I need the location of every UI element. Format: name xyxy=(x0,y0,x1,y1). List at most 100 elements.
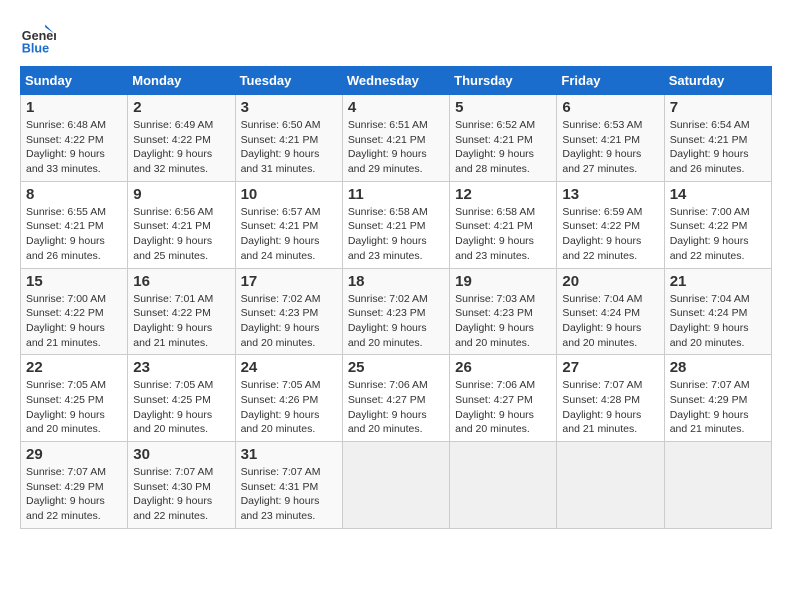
day-number: 1 xyxy=(26,99,122,116)
calendar-cell xyxy=(557,442,664,529)
day-info: Sunrise: 7:02 AMSunset: 4:23 PMDaylight:… xyxy=(241,292,337,351)
calendar-cell: 12 Sunrise: 6:58 AMSunset: 4:21 PMDayligh… xyxy=(450,181,557,268)
day-number: 5 xyxy=(455,99,551,116)
calendar-cell: 30 Sunrise: 7:07 AMSunset: 4:30 PMDayligh… xyxy=(128,442,235,529)
day-info: Sunrise: 7:06 AMSunset: 4:27 PMDaylight:… xyxy=(348,378,444,437)
calendar-cell: 29Sunrise: 7:07 AMSunset: 4:29 PMDayligh… xyxy=(21,442,128,529)
day-info: Sunrise: 7:06 AMSunset: 4:27 PMDaylight:… xyxy=(455,378,551,437)
calendar-cell: 26 Sunrise: 7:06 AMSunset: 4:27 PMDayligh… xyxy=(450,355,557,442)
calendar-cell: 20Sunrise: 7:04 AMSunset: 4:24 PMDayligh… xyxy=(557,268,664,355)
day-number: 6 xyxy=(562,99,658,116)
page-header: General Blue xyxy=(20,20,772,56)
day-info: Sunrise: 7:07 AMSunset: 4:28 PMDaylight:… xyxy=(562,378,658,437)
day-number: 4 xyxy=(348,99,444,116)
calendar-week-4: 22 Sunrise: 7:05 AMSunset: 4:25 PMDayligh… xyxy=(21,355,772,442)
calendar-week-2: 8 Sunrise: 6:55 AMSunset: 4:21 PMDaylight… xyxy=(21,181,772,268)
day-info: Sunrise: 7:07 AMSunset: 4:29 PMDaylight:… xyxy=(26,465,122,524)
day-number: 21 xyxy=(670,273,766,290)
calendar-cell: 28 Sunrise: 7:07 AMSunset: 4:29 PMDayligh… xyxy=(664,355,771,442)
weekday-header-wednesday: Wednesday xyxy=(342,67,449,95)
calendar-cell xyxy=(450,442,557,529)
calendar-cell: 17 Sunrise: 7:02 AMSunset: 4:23 PMDayligh… xyxy=(235,268,342,355)
day-info: Sunrise: 7:03 AMSunset: 4:23 PMDaylight:… xyxy=(455,292,551,351)
calendar-cell: 18 Sunrise: 7:02 AMSunset: 4:23 PMDayligh… xyxy=(342,268,449,355)
calendar-cell: 24 Sunrise: 7:05 AMSunset: 4:26 PMDayligh… xyxy=(235,355,342,442)
logo: General Blue xyxy=(20,20,60,56)
day-number: 27 xyxy=(562,359,658,376)
calendar-week-3: 15Sunrise: 7:00 AMSunset: 4:22 PMDayligh… xyxy=(21,268,772,355)
calendar-body: 1 Sunrise: 6:48 AMSunset: 4:22 PMDaylight… xyxy=(21,95,772,529)
calendar-cell xyxy=(664,442,771,529)
day-info: Sunrise: 7:07 AMSunset: 4:29 PMDaylight:… xyxy=(670,378,766,437)
day-info: Sunrise: 7:02 AMSunset: 4:23 PMDaylight:… xyxy=(348,292,444,351)
calendar-cell: 5 Sunrise: 6:52 AMSunset: 4:21 PMDaylight… xyxy=(450,95,557,182)
calendar-cell: 16 Sunrise: 7:01 AMSunset: 4:22 PMDayligh… xyxy=(128,268,235,355)
calendar-table: SundayMondayTuesdayWednesdayThursdayFrid… xyxy=(20,66,772,529)
day-info: Sunrise: 7:05 AMSunset: 4:25 PMDaylight:… xyxy=(26,378,122,437)
calendar-cell: 15Sunrise: 7:00 AMSunset: 4:22 PMDayligh… xyxy=(21,268,128,355)
day-info: Sunrise: 6:56 AMSunset: 4:21 PMDaylight:… xyxy=(133,205,229,264)
day-number: 26 xyxy=(455,359,551,376)
day-info: Sunrise: 7:01 AMSunset: 4:22 PMDaylight:… xyxy=(133,292,229,351)
day-number: 3 xyxy=(241,99,337,116)
day-info: Sunrise: 6:53 AMSunset: 4:21 PMDaylight:… xyxy=(562,118,658,177)
calendar-cell: 9 Sunrise: 6:56 AMSunset: 4:21 PMDaylight… xyxy=(128,181,235,268)
logo-icon: General Blue xyxy=(20,20,56,56)
calendar-cell: 11Sunrise: 6:58 AMSunset: 4:21 PMDayligh… xyxy=(342,181,449,268)
calendar-cell: 2 Sunrise: 6:49 AMSunset: 4:22 PMDaylight… xyxy=(128,95,235,182)
day-number: 12 xyxy=(455,186,551,203)
day-number: 16 xyxy=(133,273,229,290)
day-number: 17 xyxy=(241,273,337,290)
day-info: Sunrise: 6:54 AMSunset: 4:21 PMDaylight:… xyxy=(670,118,766,177)
calendar-week-1: 1 Sunrise: 6:48 AMSunset: 4:22 PMDaylight… xyxy=(21,95,772,182)
day-number: 22 xyxy=(26,359,122,376)
day-info: Sunrise: 7:07 AMSunset: 4:30 PMDaylight:… xyxy=(133,465,229,524)
day-number: 20 xyxy=(562,273,658,290)
day-number: 19 xyxy=(455,273,551,290)
day-info: Sunrise: 6:55 AMSunset: 4:21 PMDaylight:… xyxy=(26,205,122,264)
svg-text:Blue: Blue xyxy=(22,41,49,55)
day-info: Sunrise: 6:50 AMSunset: 4:21 PMDaylight:… xyxy=(241,118,337,177)
day-info: Sunrise: 6:51 AMSunset: 4:21 PMDaylight:… xyxy=(348,118,444,177)
day-info: Sunrise: 6:52 AMSunset: 4:21 PMDaylight:… xyxy=(455,118,551,177)
calendar-cell: 10Sunrise: 6:57 AMSunset: 4:21 PMDayligh… xyxy=(235,181,342,268)
day-number: 2 xyxy=(133,99,229,116)
calendar-cell: 22 Sunrise: 7:05 AMSunset: 4:25 PMDayligh… xyxy=(21,355,128,442)
calendar-cell: 21 Sunrise: 7:04 AMSunset: 4:24 PMDayligh… xyxy=(664,268,771,355)
day-number: 23 xyxy=(133,359,229,376)
weekday-header-sunday: Sunday xyxy=(21,67,128,95)
calendar-cell: 23 Sunrise: 7:05 AMSunset: 4:25 PMDayligh… xyxy=(128,355,235,442)
calendar-cell xyxy=(342,442,449,529)
calendar-cell: 6 Sunrise: 6:53 AMSunset: 4:21 PMDaylight… xyxy=(557,95,664,182)
day-number: 28 xyxy=(670,359,766,376)
day-number: 8 xyxy=(26,186,122,203)
calendar-cell: 3 Sunrise: 6:50 AMSunset: 4:21 PMDaylight… xyxy=(235,95,342,182)
day-number: 9 xyxy=(133,186,229,203)
day-info: Sunrise: 7:05 AMSunset: 4:26 PMDaylight:… xyxy=(241,378,337,437)
calendar-cell: 31Sunrise: 7:07 AMSunset: 4:31 PMDayligh… xyxy=(235,442,342,529)
day-number: 30 xyxy=(133,446,229,463)
day-info: Sunrise: 6:57 AMSunset: 4:21 PMDaylight:… xyxy=(241,205,337,264)
calendar-cell: 14Sunrise: 7:00 AMSunset: 4:22 PMDayligh… xyxy=(664,181,771,268)
calendar-cell: 19 Sunrise: 7:03 AMSunset: 4:23 PMDayligh… xyxy=(450,268,557,355)
day-number: 18 xyxy=(348,273,444,290)
day-info: Sunrise: 6:49 AMSunset: 4:22 PMDaylight:… xyxy=(133,118,229,177)
calendar-cell: 7Sunrise: 6:54 AMSunset: 4:21 PMDaylight… xyxy=(664,95,771,182)
day-number: 25 xyxy=(348,359,444,376)
day-info: Sunrise: 6:59 AMSunset: 4:22 PMDaylight:… xyxy=(562,205,658,264)
day-number: 24 xyxy=(241,359,337,376)
calendar-cell: 1 Sunrise: 6:48 AMSunset: 4:22 PMDaylight… xyxy=(21,95,128,182)
weekday-header-friday: Friday xyxy=(557,67,664,95)
day-info: Sunrise: 6:58 AMSunset: 4:21 PMDaylight:… xyxy=(455,205,551,264)
day-info: Sunrise: 7:04 AMSunset: 4:24 PMDaylight:… xyxy=(670,292,766,351)
calendar-cell: 27 Sunrise: 7:07 AMSunset: 4:28 PMDayligh… xyxy=(557,355,664,442)
day-number: 11 xyxy=(348,186,444,203)
day-number: 13 xyxy=(562,186,658,203)
day-info: Sunrise: 6:48 AMSunset: 4:22 PMDaylight:… xyxy=(26,118,122,177)
day-info: Sunrise: 7:05 AMSunset: 4:25 PMDaylight:… xyxy=(133,378,229,437)
calendar-cell: 4 Sunrise: 6:51 AMSunset: 4:21 PMDaylight… xyxy=(342,95,449,182)
calendar-cell: 13 Sunrise: 6:59 AMSunset: 4:22 PMDayligh… xyxy=(557,181,664,268)
weekday-header-tuesday: Tuesday xyxy=(235,67,342,95)
calendar-cell: 25 Sunrise: 7:06 AMSunset: 4:27 PMDayligh… xyxy=(342,355,449,442)
day-info: Sunrise: 7:00 AMSunset: 4:22 PMDaylight:… xyxy=(26,292,122,351)
